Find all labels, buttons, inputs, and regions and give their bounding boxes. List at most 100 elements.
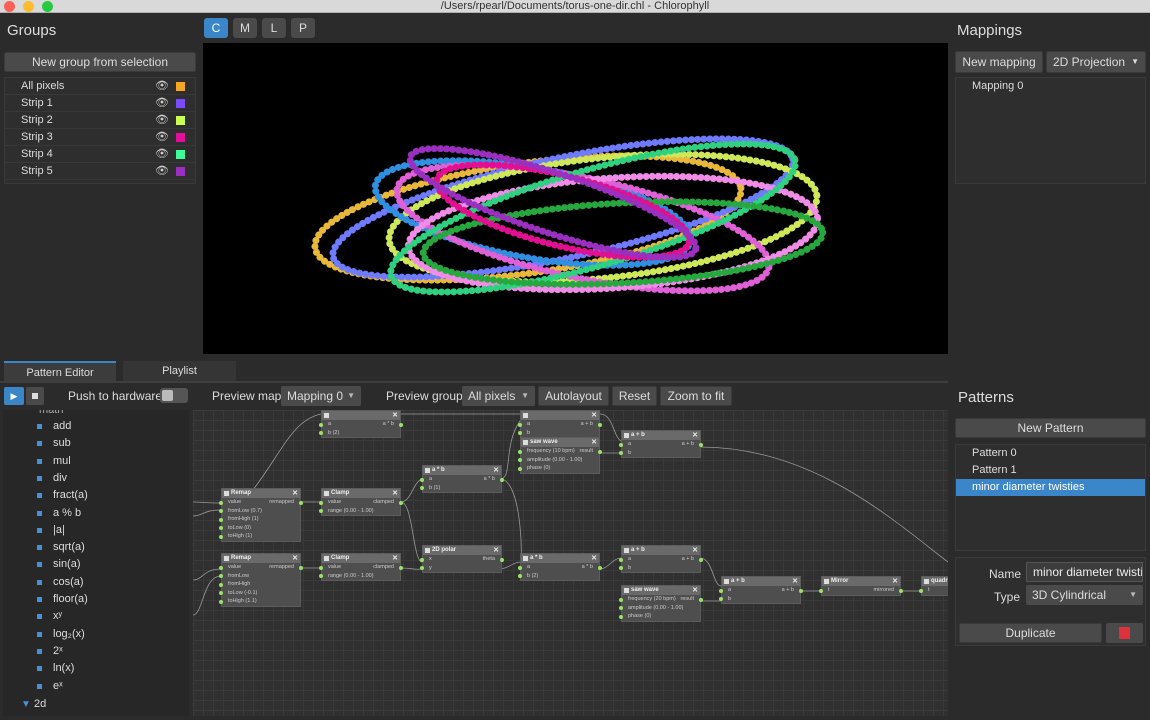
input-port[interactable] [319,422,323,427]
output-port[interactable] [699,442,703,447]
output-port[interactable] [598,449,602,454]
eye-icon[interactable]: 👁 [155,112,169,129]
palette-item[interactable]: |a| [3,522,189,539]
palette-item[interactable]: sin(a) [3,556,189,573]
close-icon[interactable]: ✕ [591,554,597,563]
group-item-strip-4[interactable]: Strip 4 👁 [5,146,195,163]
new-mapping-button[interactable]: New mapping [955,51,1043,73]
graph-node[interactable]: saw wave ✕ frequency (10 bpm) result amplitu… [518,437,602,474]
input-port[interactable] [819,588,823,593]
node-checkbox[interactable] [624,433,629,438]
output-port[interactable] [399,565,403,570]
eye-icon[interactable]: 👁 [155,163,169,180]
palette-item[interactable]: sub [3,435,189,452]
output-port[interactable] [699,597,703,602]
input-port[interactable] [219,526,223,530]
graph-node[interactable]: a + b ✕ a a + bb [619,545,703,573]
node-graph[interactable]: ✕ a a * bb (2) ✕ a a + bba + b ✕ a a + b b saw wav… [193,410,948,716]
input-port[interactable] [619,442,623,447]
input-port[interactable] [619,597,623,602]
node-header[interactable]: a + b ✕ [722,577,800,586]
preview-map-dropdown[interactable]: Mapping 0 ▼ [281,386,361,406]
input-port[interactable] [420,557,424,562]
node-header[interactable]: Remap ✕ [222,554,300,563]
node-checkbox[interactable] [624,548,629,553]
input-port[interactable] [919,588,923,593]
preview-group-dropdown[interactable]: All pixels ▼ [462,386,535,406]
group-item-strip-3[interactable]: Strip 3 👁 [5,129,195,146]
input-port[interactable] [518,565,522,570]
close-icon[interactable]: ✕ [392,554,398,563]
palette-item[interactable]: floor(a) [3,591,189,608]
node-checkbox[interactable] [425,468,430,473]
input-port[interactable] [518,431,522,435]
output-port[interactable] [500,477,504,482]
input-port[interactable] [219,517,223,522]
close-icon[interactable]: ✕ [591,411,597,420]
group-item-strip-2[interactable]: Strip 2 👁 [5,112,195,129]
graph-node[interactable]: saw wave ✕ frequency (20 bpm) result amplitu… [619,585,703,622]
input-port[interactable] [420,486,424,490]
node-checkbox[interactable] [224,556,229,561]
reset-button[interactable]: Reset [612,386,657,406]
output-port[interactable] [399,422,403,427]
close-icon[interactable]: ✕ [493,466,499,475]
node-header[interactable]: Mirror ✕ [822,577,900,586]
input-port[interactable] [619,451,623,455]
close-icon[interactable]: ✕ [692,546,698,555]
palette-item[interactable]: div [3,470,189,487]
palette-item[interactable]: xʸ [3,608,189,625]
node-header[interactable]: a + b ✕ [622,431,700,440]
node-checkbox[interactable] [425,548,430,553]
input-port[interactable] [219,574,223,578]
palette-item[interactable]: log₂(x) [3,626,189,643]
node-header[interactable]: 2D polar ✕ [423,546,501,555]
node-header[interactable]: ✕ [322,411,400,420]
eye-icon[interactable]: 👁 [155,95,169,112]
node-header[interactable]: a * b ✕ [521,554,599,563]
group-item-strip-1[interactable]: Strip 1 👁 [5,95,195,112]
close-icon[interactable]: ✕ [692,586,698,595]
graph-node[interactable]: a * b ✕ a a * bb (2) [518,553,602,581]
close-icon[interactable]: ✕ [392,489,398,498]
tab-playlist[interactable]: Playlist [123,361,236,381]
group-color-swatch[interactable] [176,150,185,159]
new-group-button[interactable]: New group from selection [4,52,196,72]
node-checkbox[interactable] [523,413,528,418]
mapping-item[interactable]: Mapping 0 [956,78,1145,95]
node-palette[interactable]: math add sub mul div fract(a) a % b |a| sqrt(a)… [3,410,189,716]
node-header[interactable]: Clamp ✕ [322,554,400,563]
input-port[interactable] [518,449,522,454]
node-header[interactable]: saw wave ✕ [622,586,700,595]
node-header[interactable]: saw wave ✕ [521,438,599,447]
graph-node[interactable]: ✕ a a + b b [518,410,602,438]
palette-section-2d[interactable]: ▼ 2d [21,696,46,713]
input-port[interactable] [219,599,223,604]
input-port[interactable] [619,606,623,610]
node-checkbox[interactable] [324,556,329,561]
output-port[interactable] [598,565,602,570]
node-checkbox[interactable] [324,491,329,496]
output-port[interactable] [598,422,602,427]
graph-node[interactable]: a + b ✕ a a + bb [719,576,803,604]
input-port[interactable] [619,614,623,619]
node-checkbox[interactable] [324,413,329,418]
output-port[interactable] [799,588,803,593]
view-mode-m-button[interactable]: M [233,18,257,38]
node-checkbox[interactable] [523,440,528,445]
group-color-swatch[interactable] [176,99,185,108]
output-port[interactable] [299,500,303,505]
close-icon[interactable]: ✕ [692,431,698,440]
view-mode-l-button[interactable]: L [262,18,286,38]
close-icon[interactable]: ✕ [292,489,298,498]
palette-section-math[interactable]: math [39,410,63,416]
node-checkbox[interactable] [724,579,729,584]
node-header[interactable]: a + b ✕ [622,546,700,555]
input-port[interactable] [719,588,723,593]
play-icon[interactable]: ▶ [4,387,24,405]
node-checkbox[interactable] [523,556,528,561]
node-checkbox[interactable] [924,579,929,584]
input-port[interactable] [219,565,223,570]
input-port[interactable] [319,574,323,578]
close-icon[interactable]: ✕ [792,577,798,586]
